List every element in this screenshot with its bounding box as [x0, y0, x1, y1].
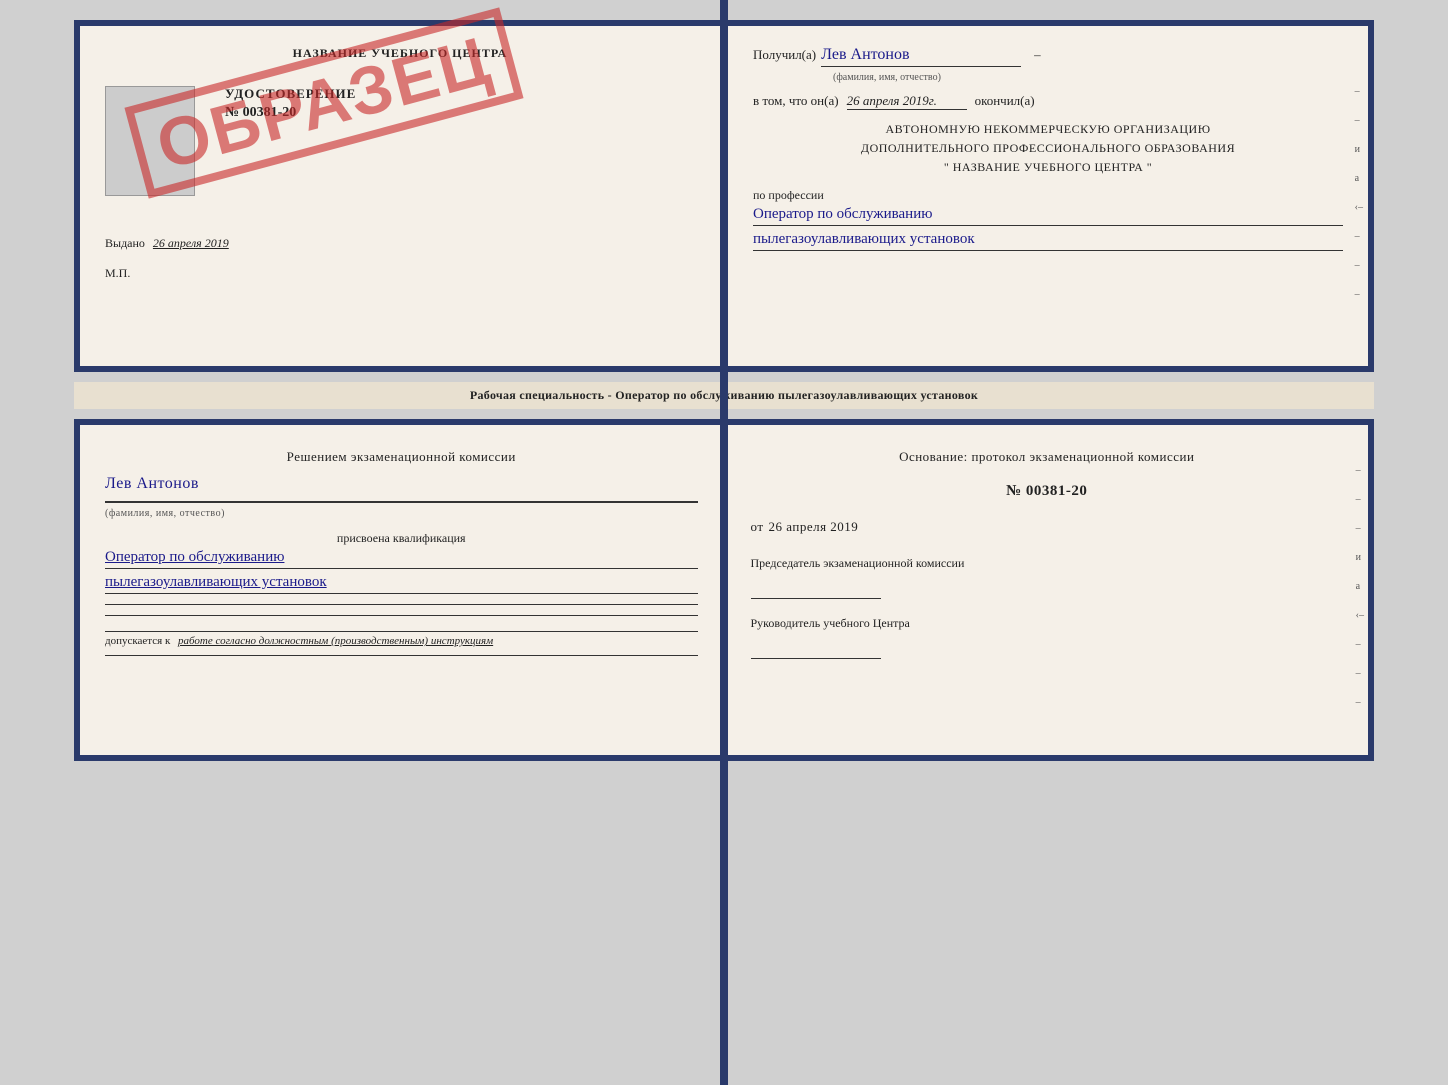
- ot-label: от: [751, 515, 764, 538]
- dopuskaetsya-text: работе согласно должностным (производств…: [178, 635, 493, 647]
- resheniem-block: Решением экзаменационной комиссии Лев Ан…: [105, 445, 698, 523]
- vtom-line: в том, что он(а) 26 апреля 2019г. окончи…: [753, 93, 1343, 110]
- osnovanie-block: Основание: протокол экзаменационной коми…: [751, 445, 1344, 539]
- vtom-date: 26 апреля 2019г.: [847, 93, 967, 110]
- bottom-left-page: Решением экзаменационной комиссии Лев Ан…: [80, 425, 726, 755]
- protocol-number: № 00381-20: [751, 478, 1344, 505]
- po-professii-label: по профессии: [753, 188, 1343, 203]
- poluchil-line: Получил(а) Лев Антонов –: [753, 46, 1343, 67]
- document-container: НАЗВАНИЕ УЧЕБНОГО ЦЕНТРА УДОСТОВЕРЕНИЕ №…: [74, 20, 1374, 761]
- bottom-certificate-book: Решением экзаменационной комиссии Лев Ан…: [74, 419, 1374, 761]
- photo-placeholder: [105, 86, 195, 196]
- top-right-page: Получил(а) Лев Антонов – (фамилия, имя, …: [723, 26, 1368, 366]
- prisvoena-label: присвоена квалификация: [105, 531, 698, 546]
- profession-line2: пылегазоулавливающих установок: [753, 231, 1343, 251]
- predsedatel-block: Председатель экзаменационной комиссии: [751, 554, 1344, 599]
- org-line2: ДОПОЛНИТЕЛЬНОГО ПРОФЕССИОНАЛЬНОГО ОБРАЗО…: [753, 139, 1343, 158]
- rukovoditel-block: Руководитель учебного Центра: [751, 614, 1344, 659]
- bottom-right-page: Основание: протокол экзаменационной коми…: [726, 425, 1369, 755]
- side-marks-top: – – и а ‹– – – –: [1355, 86, 1363, 300]
- osnovanie-label: Основание: протокол экзаменационной коми…: [751, 445, 1344, 468]
- org-line3: " НАЗВАНИЕ УЧЕБНОГО ЦЕНТРА ": [753, 158, 1343, 177]
- rukovoditel-signature: [751, 640, 881, 659]
- cert-number: № 00381-20: [225, 105, 296, 121]
- org-block: АВТОНОМНУЮ НЕКОММЕРЧЕСКУЮ ОРГАНИЗАЦИЮ ДО…: [753, 120, 1343, 178]
- ot-line: от 26 апреля 2019: [751, 515, 1344, 538]
- bottom-name-hint: (фамилия, имя, отчество): [105, 505, 698, 523]
- ot-date: 26 апреля 2019: [769, 515, 859, 538]
- org-line1: АВТОНОМНУЮ НЕКОММЕРЧЕСКУЮ ОРГАНИЗАЦИЮ: [753, 120, 1343, 139]
- dopuskaetsya-line: допускается к работе согласно должностны…: [105, 631, 698, 647]
- top-left-page: НАЗВАНИЕ УЧЕБНОГО ЦЕНТРА УДОСТОВЕРЕНИЕ №…: [80, 26, 723, 366]
- side-marks-bottom: – – – и а ‹– – – –: [1356, 465, 1364, 708]
- poluchil-name: Лев Антонов: [821, 46, 1021, 67]
- vydano-line: Выдано 26 апреля 2019: [105, 236, 695, 251]
- name-hint-top: (фамилия, имя, отчество): [833, 72, 1343, 83]
- vydano-date: 26 апреля 2019: [153, 236, 229, 250]
- okonchil-label: окончил(а): [975, 93, 1035, 109]
- vydano-label: Выдано: [105, 236, 145, 250]
- udostoverenie-title: УДОСТОВЕРЕНИЕ: [225, 86, 356, 102]
- predsedatel-signature: [751, 580, 881, 599]
- dopuskaetsya-label: допускается к: [105, 635, 170, 647]
- mp-line: М.П.: [105, 266, 695, 281]
- resheniem-label: Решением экзаменационной комиссии: [105, 445, 698, 468]
- profession-line1: Оператор по обслуживанию: [753, 206, 1343, 226]
- qual-line2: пылегазоулавливающих установок: [105, 574, 698, 594]
- qual-line1: Оператор по обслуживанию: [105, 549, 698, 569]
- predsedatel-label: Председатель экзаменационной комиссии: [751, 554, 1344, 572]
- vtom-label: в том, что он(а): [753, 93, 839, 109]
- rukovoditel-label: Руководитель учебного Центра: [751, 614, 1344, 632]
- udostoverenie-block: УДОСТОВЕРЕНИЕ № 00381-20: [225, 86, 356, 121]
- bottom-name: Лев Антонов: [105, 470, 698, 502]
- poluchil-label: Получил(а): [753, 47, 816, 63]
- school-title-top: НАЗВАНИЕ УЧЕБНОГО ЦЕНТРА: [105, 46, 695, 61]
